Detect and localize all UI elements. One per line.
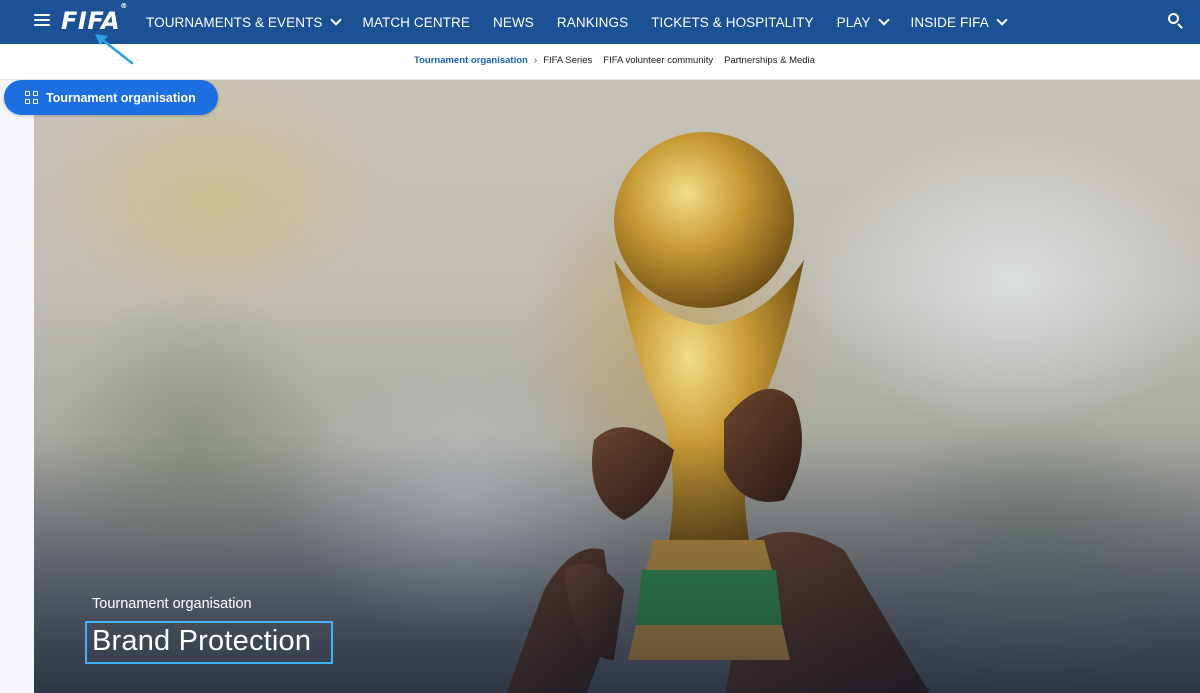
- hero-kicker: Tournament organisation: [92, 596, 252, 612]
- search-icon[interactable]: [1168, 13, 1184, 29]
- nav-match-centre[interactable]: MATCH CENTRE: [363, 15, 470, 30]
- left-gutter: [0, 80, 34, 693]
- chevron-down-icon: [329, 13, 342, 26]
- page-title: Brand Protection: [92, 625, 312, 657]
- grid-icon: [25, 91, 38, 104]
- nav-rankings[interactable]: RANKINGS: [557, 15, 628, 30]
- nav-news[interactable]: NEWS: [493, 15, 534, 30]
- subnav-tournament-organisation[interactable]: Tournament organisation: [414, 55, 528, 66]
- fifa-logo[interactable]: FIFA®: [61, 2, 128, 35]
- subnav-volunteer-community[interactable]: FIFA volunteer community: [603, 55, 713, 66]
- sub-nav: Tournament organisation › FIFA Series FI…: [0, 44, 1200, 80]
- chevron-down-icon: [877, 13, 890, 26]
- main-menu: TOURNAMENTS & EVENTS MATCH CENTRE NEWS R…: [146, 0, 1029, 44]
- tournament-organisation-button-label: Tournament organisation: [46, 90, 196, 105]
- nav-play[interactable]: PLAY: [837, 13, 890, 30]
- nav-inside-fifa[interactable]: INSIDE FIFA: [911, 13, 1008, 30]
- chevron-right-icon: ›: [533, 55, 538, 66]
- nav-tournaments-events[interactable]: TOURNAMENTS & EVENTS: [146, 13, 342, 30]
- subnav-partnerships-media[interactable]: Partnerships & Media: [724, 55, 815, 66]
- tournament-organisation-button[interactable]: Tournament organisation: [4, 80, 218, 115]
- subnav-fifa-series[interactable]: FIFA Series: [543, 55, 592, 66]
- top-nav: FIFA® TOURNAMENTS & EVENTS MATCH CENTRE …: [0, 0, 1200, 44]
- nav-tickets-hospitality[interactable]: TICKETS & HOSPITALITY: [651, 15, 813, 30]
- chevron-down-icon: [996, 13, 1008, 26]
- hamburger-icon[interactable]: [34, 14, 50, 30]
- annotation-arrow-icon: [95, 34, 134, 65]
